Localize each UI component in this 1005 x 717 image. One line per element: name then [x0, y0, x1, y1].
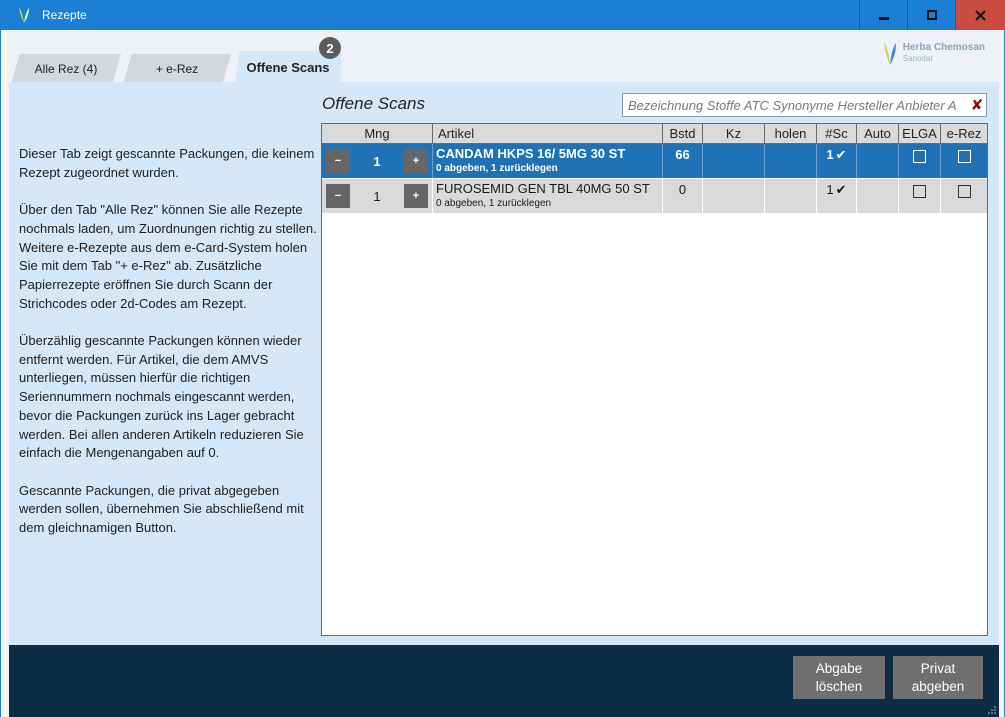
article-cell: CANDAM HKPS 16/ 5MG 30 ST 0 abgeben, 1 z… [433, 144, 663, 178]
table-row[interactable]: − 1 + FUROSEMID GEN TBL 40MG 50 ST 0 abg… [322, 179, 987, 214]
app-logo-icon [14, 5, 34, 25]
button-label-line: löschen [815, 678, 863, 694]
column-header-e-rez[interactable]: e-Rez [941, 124, 987, 143]
scan-count: 1 [826, 182, 834, 197]
help-paragraph: Über den Tab "Alle Rez" können Sie alle … [19, 202, 317, 311]
tab-label: Offene Scans [246, 60, 330, 75]
maximize-icon [926, 9, 938, 21]
brand-logo: Herba Chemosan Sanodat [881, 40, 985, 66]
scans-table: Mng Artikel Bstd Kz holen #Sc Auto ELGA … [321, 123, 988, 636]
close-icon [975, 9, 987, 21]
clear-search-icon[interactable]: ✘ [968, 95, 986, 115]
elga-cell [899, 179, 941, 213]
window-frame: Alle Rez (4) + e-Rez Offene Scans 2 Herb… [0, 30, 1005, 717]
column-header-elga[interactable]: ELGA [899, 124, 941, 143]
holen-cell [765, 144, 817, 178]
column-header-artikel[interactable]: Artikel [433, 124, 663, 143]
column-header-holen[interactable]: holen [765, 124, 817, 143]
button-label-line: Abgabe [815, 660, 863, 676]
tab-badge: 2 [319, 37, 341, 59]
auto-cell [857, 144, 899, 178]
column-header-sc[interactable]: #Sc [817, 124, 857, 143]
help-text: Dieser Tab zeigt gescannte Packungen, di… [19, 145, 319, 556]
herba-logo-icon [883, 42, 896, 65]
article-name: CANDAM HKPS 16/ 5MG 30 ST [436, 146, 626, 161]
tab-label: Alle Rez (4) [34, 62, 98, 76]
maximize-button[interactable] [907, 0, 955, 30]
tab-label: + e-Rez [155, 62, 199, 76]
help-paragraph: Gescannte Packungen, die privat abgegebe… [19, 482, 304, 536]
quantity-stepper: − 1 + [322, 179, 433, 213]
abgabe-loeschen-button[interactable]: Abgabe löschen [793, 656, 885, 699]
minimize-icon [878, 9, 890, 21]
scan-count-cell: 1 ✔ [817, 179, 857, 213]
checkmark-icon: ✔ [835, 147, 847, 162]
kz-cell [703, 179, 765, 213]
article-status: 0 abgeben, 1 zurücklegen [436, 163, 558, 174]
quantity-stepper: − 1 + [322, 144, 433, 178]
quantity-value: 1 [373, 153, 381, 169]
kz-cell [703, 144, 765, 178]
scan-count: 1 [826, 147, 834, 162]
decrease-quantity-button[interactable]: − [326, 184, 350, 208]
table-row[interactable]: − 1 + CANDAM HKPS 16/ 5MG 30 ST 0 abgebe… [322, 144, 987, 179]
close-button[interactable] [955, 0, 1005, 30]
tab-e-rez[interactable]: + e-Rez [123, 54, 231, 84]
elga-checkbox[interactable] [913, 150, 926, 163]
tab-offene-scans[interactable]: Offene Scans 2 [235, 37, 341, 84]
scan-count-cell: 1 ✔ [817, 144, 857, 178]
tab-strip: Alle Rez (4) + e-Rez Offene Scans 2 Herb… [9, 30, 999, 84]
help-paragraph: Überzählig gescannte Packungen können wi… [19, 333, 304, 461]
help-paragraph: Dieser Tab zeigt gescannte Packungen, di… [19, 146, 315, 180]
stock-cell: 66 [663, 144, 703, 178]
decrease-quantity-button[interactable]: − [326, 149, 350, 173]
increase-quantity-button[interactable]: + [403, 149, 428, 173]
column-header-mng[interactable]: Mng [322, 124, 433, 143]
tab-content-panel: Dieser Tab zeigt gescannte Packungen, di… [9, 82, 999, 645]
resize-grip-icon[interactable] [987, 705, 997, 715]
window-title: Rezepte [42, 8, 87, 22]
search-box: ✘ [622, 93, 987, 117]
minimize-button[interactable] [859, 0, 907, 30]
logo-subname: Sanodat [902, 54, 933, 63]
table-header: Mng Artikel Bstd Kz holen #Sc Auto ELGA … [322, 124, 987, 144]
quantity-value: 1 [373, 188, 381, 204]
title-bar: Rezepte [0, 0, 1005, 30]
search-input[interactable] [623, 97, 968, 113]
column-header-auto[interactable]: Auto [857, 124, 899, 143]
footer-bar: Abgabe löschen Privat abgeben [9, 645, 999, 717]
article-name: FUROSEMID GEN TBL 40MG 50 ST [436, 181, 650, 196]
elga-checkbox[interactable] [913, 185, 926, 198]
increase-quantity-button[interactable]: + [403, 184, 428, 208]
panel-title: Offene Scans [322, 94, 426, 113]
logo-name: Herba Chemosan [902, 42, 985, 53]
button-label-line: abgeben [911, 678, 965, 694]
checkmark-icon: ✔ [835, 182, 847, 197]
tab-alle-rez[interactable]: Alle Rez (4) [11, 54, 121, 84]
e-rez-cell [941, 144, 987, 178]
e-rez-checkbox[interactable] [957, 185, 971, 198]
column-header-bstd[interactable]: Bstd [663, 124, 703, 143]
elga-cell [899, 144, 941, 178]
privat-abgeben-button[interactable]: Privat abgeben [893, 656, 983, 699]
e-rez-cell [941, 179, 987, 213]
column-header-kz[interactable]: Kz [703, 124, 765, 143]
button-label-line: Privat [920, 660, 956, 676]
article-status: 0 abgeben, 1 zurücklegen [436, 198, 552, 209]
auto-cell [857, 179, 899, 213]
article-cell: FUROSEMID GEN TBL 40MG 50 ST 0 abgeben, … [433, 179, 663, 213]
holen-cell [765, 179, 817, 213]
stock-cell: 0 [663, 179, 703, 213]
e-rez-checkbox[interactable] [957, 150, 971, 163]
